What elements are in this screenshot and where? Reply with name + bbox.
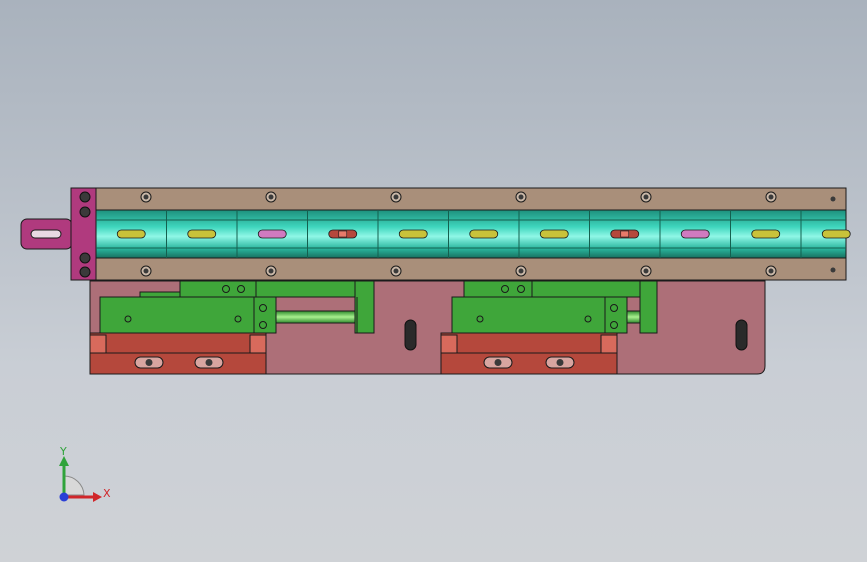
rail-screw-head <box>268 194 274 200</box>
rail-screw-head <box>143 268 149 274</box>
actuator-top-plate <box>531 280 643 298</box>
rail-screw-head <box>393 268 399 274</box>
actuator-top-block <box>463 280 533 298</box>
z-axis-dot <box>59 492 69 502</box>
rail-screw-head <box>518 268 524 274</box>
bracket-screw <box>79 266 91 278</box>
bracket-screw <box>79 252 91 264</box>
channel-slot-yellow <box>398 229 428 239</box>
bracket-screw <box>79 206 91 218</box>
channel-slot-yellow <box>539 229 569 239</box>
rail-screw-head <box>643 194 649 200</box>
slot-pin <box>620 230 630 238</box>
red-base-block <box>89 332 267 354</box>
channel-slot-yellow <box>821 229 851 239</box>
channel-slot-pink <box>257 229 287 239</box>
cad-model[interactable]: Y X <box>0 0 867 562</box>
actuator-body <box>451 296 607 334</box>
red-base-foot <box>440 352 618 375</box>
end-bracket-tab-slot <box>30 229 62 239</box>
rod-stop <box>354 280 375 334</box>
rod-stop <box>639 280 658 334</box>
x-axis-label: X <box>103 487 111 500</box>
coordinate-triad: Y X <box>59 445 111 502</box>
rail-screw-head <box>268 268 274 274</box>
channel-slot-yellow <box>469 229 499 239</box>
rail-screw-head <box>643 268 649 274</box>
bottom-rail[interactable] <box>95 257 847 281</box>
graphics-viewport[interactable]: Y X <box>0 0 867 562</box>
base-plate-slot-right <box>735 319 748 351</box>
piston-rod <box>626 310 642 324</box>
rail-end-hole <box>830 196 836 202</box>
channel-slot-yellow <box>116 229 146 239</box>
bracket-screw <box>79 191 91 203</box>
actuator-body <box>99 296 255 334</box>
channel-slot-pink <box>680 229 710 239</box>
y-axis-label: Y <box>59 445 67 458</box>
rail-end-hole <box>830 267 836 273</box>
rail-screw-head <box>768 268 774 274</box>
channel-slot-yellow <box>187 229 217 239</box>
rail-screw-head <box>143 194 149 200</box>
red-base-foot <box>89 352 267 375</box>
red-base-block <box>440 332 618 354</box>
rail-screw-head <box>393 194 399 200</box>
rail-screw-head <box>768 194 774 200</box>
base-plate-slot-left <box>404 319 417 351</box>
rail-screw-head <box>518 194 524 200</box>
top-rail[interactable] <box>95 187 847 211</box>
piston-rod <box>275 310 357 324</box>
slot-pin <box>338 230 348 238</box>
actuator-top-plate <box>255 280 361 298</box>
channel-slot-yellow <box>751 229 781 239</box>
